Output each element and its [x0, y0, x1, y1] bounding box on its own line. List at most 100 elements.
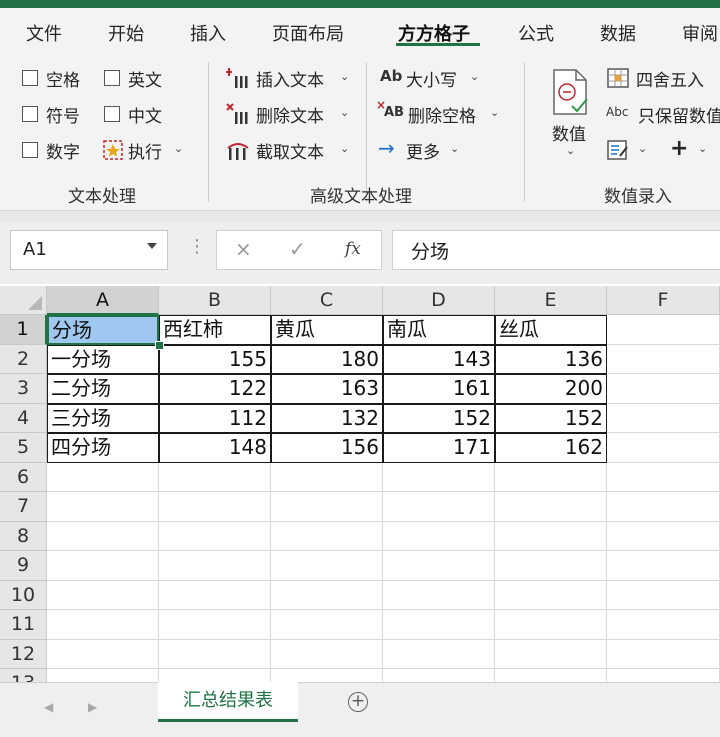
cell-f8[interactable]: [607, 521, 720, 551]
tab-home[interactable]: 开始: [108, 20, 144, 46]
more-options-icon[interactable]: ⋮: [188, 236, 206, 257]
column-header-f[interactable]: F: [607, 286, 720, 315]
row-header-4[interactable]: 4: [0, 403, 47, 433]
column-header-b[interactable]: B: [159, 286, 271, 315]
tab-review[interactable]: 审阅: [682, 20, 718, 46]
checkbox-english[interactable]: [104, 70, 120, 86]
cell-f13[interactable]: [607, 669, 720, 682]
cell-b4[interactable]: 112: [159, 403, 271, 433]
tab-insert[interactable]: 插入: [190, 20, 226, 46]
checkbox-space[interactable]: [22, 70, 38, 86]
row-header-12[interactable]: 12: [0, 639, 47, 669]
cell-d10[interactable]: [383, 580, 495, 610]
tab-file[interactable]: 文件: [26, 20, 62, 46]
prev-sheet-icon[interactable]: ◀: [44, 700, 53, 714]
cell-d8[interactable]: [383, 521, 495, 551]
cell-b2[interactable]: 155: [159, 344, 271, 374]
formula-input[interactable]: 分场: [392, 230, 720, 270]
cell-b1[interactable]: 西红柿: [159, 315, 271, 345]
cell-b10[interactable]: [159, 580, 271, 610]
select-all-corner[interactable]: [0, 286, 47, 315]
add-sheet-icon[interactable]: +: [348, 692, 368, 712]
cell-c3[interactable]: 163: [271, 374, 383, 404]
name-box[interactable]: A1: [10, 230, 168, 270]
cell-c11[interactable]: [271, 610, 383, 640]
cell-f11[interactable]: [607, 610, 720, 640]
cell-b7[interactable]: [159, 492, 271, 522]
row-header-13[interactable]: 13: [0, 669, 47, 682]
cell-d5[interactable]: 171: [383, 433, 495, 463]
cell-f5[interactable]: [607, 433, 720, 463]
cell-b13[interactable]: [159, 669, 271, 682]
cell-d2[interactable]: 143: [383, 344, 495, 374]
cell-f1[interactable]: [607, 315, 720, 345]
cell-c1[interactable]: 黄瓜: [271, 315, 383, 345]
row-header-10[interactable]: 10: [0, 580, 47, 610]
cell-c13[interactable]: [271, 669, 383, 682]
keep-numbers-button[interactable]: Abc 只保留数值: [606, 100, 720, 128]
row-header-8[interactable]: 8: [0, 521, 47, 551]
remove-spaces-button[interactable]: × AB 删除空格 ⌄: [376, 98, 510, 128]
cell-d1[interactable]: 南瓜: [383, 315, 495, 345]
checkbox-symbol[interactable]: [22, 106, 38, 122]
cell-a9[interactable]: [47, 551, 159, 581]
cell-a3[interactable]: 二分场: [47, 374, 159, 404]
cell-f4[interactable]: [607, 403, 720, 433]
cell-e11[interactable]: [495, 610, 607, 640]
cell-a4[interactable]: 三分场: [47, 403, 159, 433]
execute-button[interactable]: 执行 ⌄: [102, 136, 188, 164]
tab-formulas[interactable]: 公式: [518, 20, 554, 46]
cancel-icon[interactable]: ×: [235, 237, 252, 261]
row-header-3[interactable]: 3: [0, 374, 47, 404]
cell-c7[interactable]: [271, 492, 383, 522]
cell-f9[interactable]: [607, 551, 720, 581]
cell-a1[interactable]: 分场: [47, 315, 159, 345]
confirm-icon[interactable]: ✓: [289, 237, 306, 261]
cell-d6[interactable]: [383, 462, 495, 492]
cell-c9[interactable]: [271, 551, 383, 581]
cell-d9[interactable]: [383, 551, 495, 581]
add-button[interactable]: + ⌄: [670, 136, 716, 164]
cell-a6[interactable]: [47, 462, 159, 492]
cell-b6[interactable]: [159, 462, 271, 492]
cell-d7[interactable]: [383, 492, 495, 522]
row-header-1[interactable]: 1: [0, 315, 47, 345]
column-header-a[interactable]: A: [47, 286, 159, 315]
cell-c10[interactable]: [271, 580, 383, 610]
column-header-d[interactable]: D: [383, 286, 495, 315]
row-header-7[interactable]: 7: [0, 492, 47, 522]
cell-f2[interactable]: [607, 344, 720, 374]
dropdown-arrow-icon[interactable]: [147, 243, 157, 249]
cell-e2[interactable]: 136: [495, 344, 607, 374]
cell-e3[interactable]: 200: [495, 374, 607, 404]
case-button[interactable]: Ab 大小写 ⌄: [380, 64, 490, 92]
cell-e1[interactable]: 丝瓜: [495, 315, 607, 345]
cell-f12[interactable]: [607, 639, 720, 669]
row-header-6[interactable]: 6: [0, 462, 47, 492]
edit-list-button[interactable]: ⌄: [606, 136, 652, 164]
checkbox-chinese[interactable]: [104, 106, 120, 122]
insert-text-button[interactable]: 插入文本 ⌄: [226, 64, 356, 92]
cell-e13[interactable]: [495, 669, 607, 682]
row-header-11[interactable]: 11: [0, 610, 47, 640]
fill-handle[interactable]: [155, 340, 164, 350]
tab-page-layout[interactable]: 页面布局: [272, 20, 344, 46]
cell-e12[interactable]: [495, 639, 607, 669]
more-button[interactable]: → 更多 ⌄: [378, 136, 468, 164]
cell-a5[interactable]: 四分场: [47, 433, 159, 463]
cell-b12[interactable]: [159, 639, 271, 669]
cell-e8[interactable]: [495, 521, 607, 551]
cell-f6[interactable]: [607, 462, 720, 492]
cell-c2[interactable]: 180: [271, 344, 383, 374]
cell-e4[interactable]: 152: [495, 403, 607, 433]
cell-d4[interactable]: 152: [383, 403, 495, 433]
extract-text-button[interactable]: 截取文本 ⌄: [226, 136, 356, 164]
cell-d3[interactable]: 161: [383, 374, 495, 404]
checkbox-digit[interactable]: [22, 142, 38, 158]
cell-b3[interactable]: 122: [159, 374, 271, 404]
cell-b9[interactable]: [159, 551, 271, 581]
cell-e6[interactable]: [495, 462, 607, 492]
cell-a13[interactable]: [47, 669, 159, 682]
cell-d11[interactable]: [383, 610, 495, 640]
delete-text-button[interactable]: 删除文本 ⌄: [226, 100, 356, 128]
